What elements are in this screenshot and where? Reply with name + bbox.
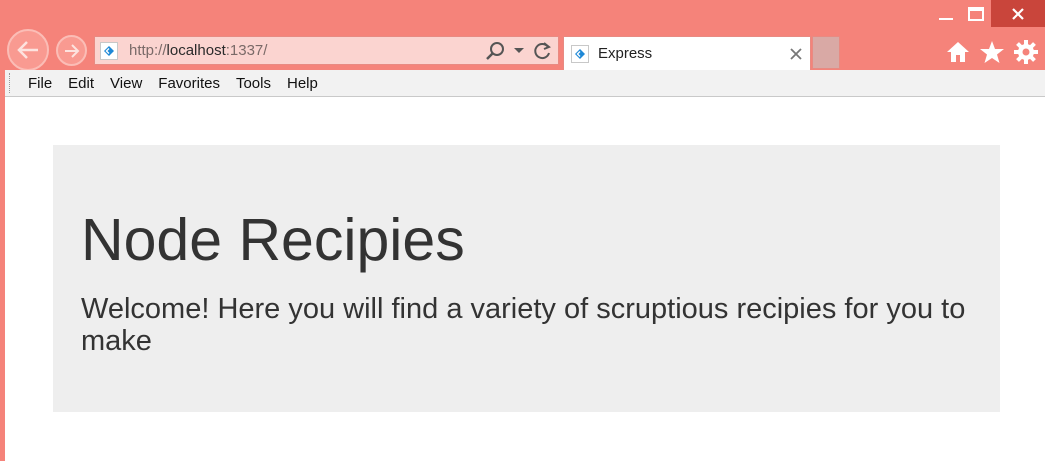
forward-button[interactable] [56,35,87,66]
window-controls [931,0,1045,27]
search-icon[interactable] [484,40,506,62]
menu-tools[interactable]: Tools [228,70,279,97]
star-icon[interactable] [977,38,1007,66]
home-icon[interactable] [943,38,973,66]
minimize-button[interactable] [931,0,961,27]
menu-help[interactable]: Help [279,70,326,97]
new-tab-button[interactable] [812,36,840,69]
maximize-icon [968,6,984,21]
menu-grip [9,73,12,93]
address-bar[interactable]: http://localhost:1337/ [94,36,559,65]
arrow-left-icon [17,41,38,59]
chevron-down-icon[interactable] [508,40,530,62]
arrow-right-icon [64,43,79,58]
menu-view[interactable]: View [102,70,150,97]
page-title: Node Recipies [81,207,465,273]
url-prefix: http:// [129,42,167,59]
maximize-button[interactable] [961,0,991,27]
menu-edit[interactable]: Edit [60,70,102,97]
menu-file[interactable]: File [20,70,60,97]
refresh-icon[interactable] [532,40,554,62]
address-url[interactable]: http://localhost:1337/ [129,42,484,59]
tab-close-icon[interactable] [786,44,806,64]
close-window-button[interactable] [991,0,1045,27]
url-host: localhost [166,42,226,59]
tab-favicon-icon [570,44,590,64]
back-button[interactable] [7,29,49,71]
page-lead: Welcome! Here you will find a variety of… [81,293,966,357]
address-actions [484,40,554,62]
toolbar-icons [943,38,1041,66]
url-suffix: :1337/ [225,42,268,59]
gear-icon[interactable] [1011,38,1041,66]
menu-favorites[interactable]: Favorites [150,70,228,97]
tab-express[interactable]: Express [563,36,811,70]
menu-bar: File Edit View Favorites Tools Help [5,70,1045,97]
browser-chrome: http://localhost:1337/ Express [0,0,1045,71]
jumbotron: Node Recipies Welcome! Here you will fin… [53,145,1000,412]
site-favicon-icon [99,41,119,61]
close-icon [1012,7,1024,20]
minimize-icon [939,17,953,20]
tab-title: Express [598,45,653,62]
page-viewport: Node Recipies Welcome! Here you will fin… [5,97,1045,461]
